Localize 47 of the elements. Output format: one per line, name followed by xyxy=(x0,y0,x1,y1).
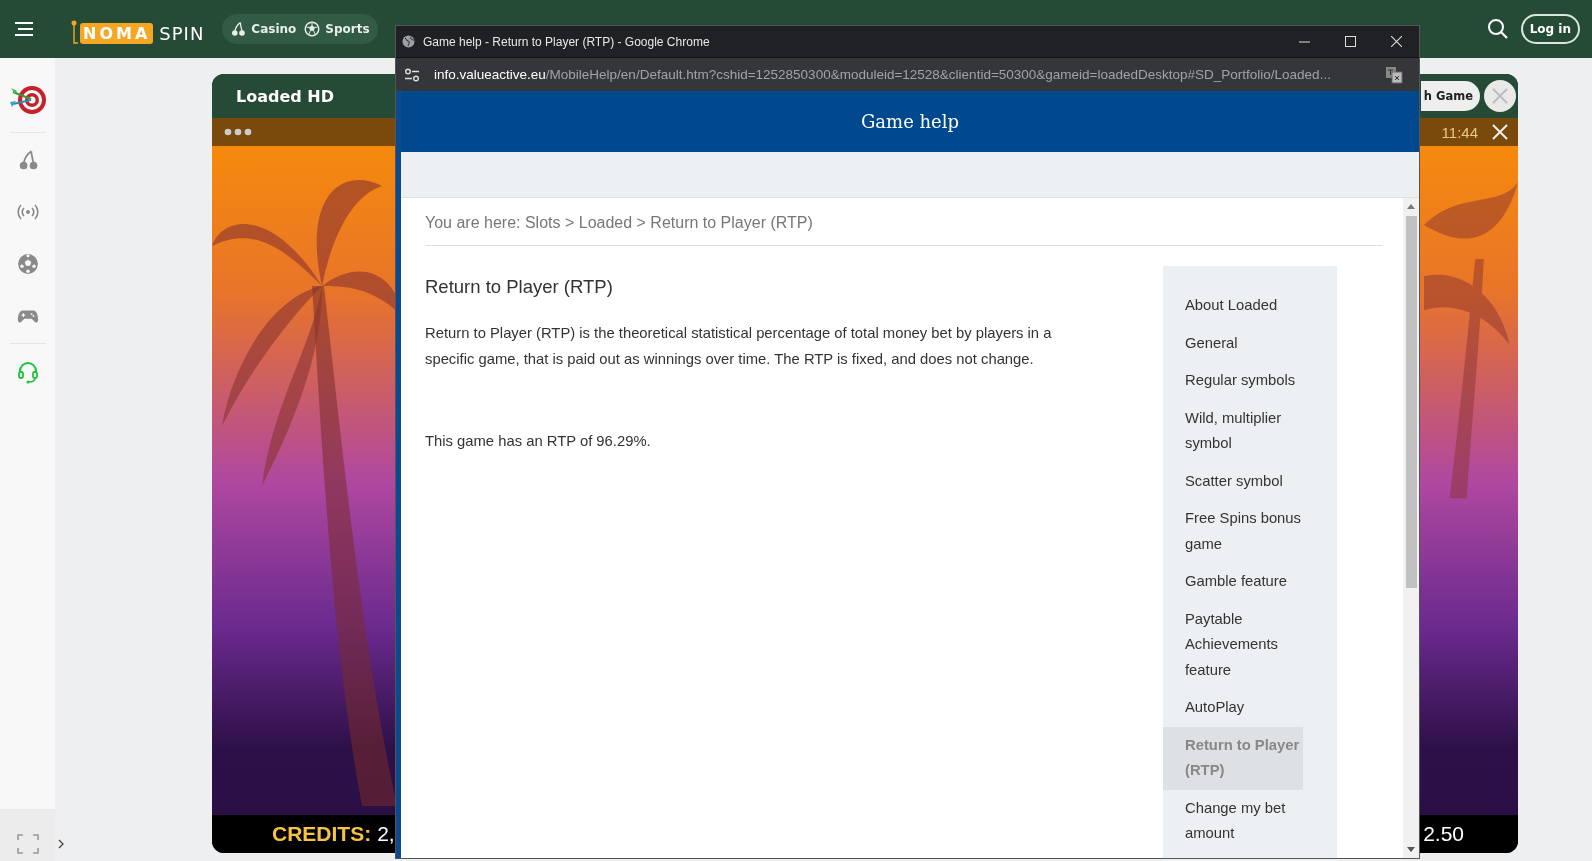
url-text[interactable]: info.valueactive.eu/MobileHelp/en/Default.htm?cshid=1252850300&moduleid=12528&clientid=50300&gameid=loadedDesktop#SD_Portfolio/Loaded... xyxy=(434,67,1385,82)
soccer-ball-icon xyxy=(304,21,321,37)
maximize-icon xyxy=(1344,36,1356,47)
site-settings-icon[interactable] xyxy=(404,67,420,82)
login-button[interactable]: Log in xyxy=(1520,14,1580,44)
help-nav-item[interactable]: Change my bet amount xyxy=(1163,789,1303,853)
help-nav-item[interactable]: Free Spins bonus game xyxy=(1163,500,1303,563)
cherry-icon xyxy=(230,21,247,37)
scrollbar-thumb[interactable] xyxy=(1405,216,1417,588)
chevron-icon[interactable] xyxy=(58,839,64,849)
globe-icon xyxy=(402,35,415,48)
nav-button[interactable]: Sports xyxy=(302,18,372,40)
section-heading: Return to Player (RTP) xyxy=(425,276,614,298)
paragraph: This game has an RTP of 96.29%. xyxy=(425,432,652,451)
game-title: Loaded HD xyxy=(236,86,334,106)
help-nav-item[interactable]: About Loaded xyxy=(1163,287,1303,325)
game-button[interactable]: h Game xyxy=(1420,81,1480,111)
close-icon xyxy=(1491,87,1509,105)
credits-label: CREDITS: xyxy=(272,822,372,846)
translate-icon[interactable] xyxy=(1385,65,1403,84)
clock-time: 11:44 xyxy=(1441,123,1478,141)
search-icon[interactable] xyxy=(1486,18,1509,40)
help-nav-item[interactable]: AutoPlay xyxy=(1163,689,1303,727)
close-icon[interactable] xyxy=(1492,124,1508,140)
help-nav-item[interactable]: Regular symbols xyxy=(1163,362,1303,400)
nav-button[interactable]: Casino xyxy=(228,18,299,40)
page-title: Game help xyxy=(860,111,960,132)
help-nav-item[interactable]: General xyxy=(1163,324,1303,362)
window-title: Game help - Return to Player (RTP) - Google Chrome xyxy=(423,34,711,49)
credits-value: 2, xyxy=(377,822,395,846)
scroll-up-icon[interactable] xyxy=(1407,204,1415,209)
help-nav-item[interactable]: Wild, multiplier symbol xyxy=(1163,399,1303,463)
breadcrumb: You are here: Slots > Loaded > Return to Player (RTP) xyxy=(425,214,1383,246)
help-nav-item[interactable]: Scatter symbol xyxy=(1163,462,1303,500)
pin-icon xyxy=(70,20,78,46)
menu-icon[interactable] xyxy=(14,21,34,37)
more-icon[interactable] xyxy=(224,128,252,136)
scrollbar[interactable] xyxy=(1403,198,1419,858)
close-icon xyxy=(1390,36,1402,47)
help-nav-item[interactable]: Paytable Achievements feature xyxy=(1163,600,1303,689)
bet-value: 2.50 xyxy=(1423,822,1464,846)
close-button[interactable] xyxy=(1484,80,1516,112)
scroll-down-icon[interactable] xyxy=(1407,847,1415,852)
help-nav-item[interactable]: Gamble feature xyxy=(1163,563,1303,601)
logo-text[interactable]: SPIN xyxy=(159,22,205,44)
soccer-ball-icon[interactable] xyxy=(16,253,39,275)
paragraph: Return to Player (RTP) is the theoretical statistical percentage of total money bet by players in a specific game, that is paid out as winnings over time. The RTP is fixed, and does not change. xyxy=(425,324,1053,369)
